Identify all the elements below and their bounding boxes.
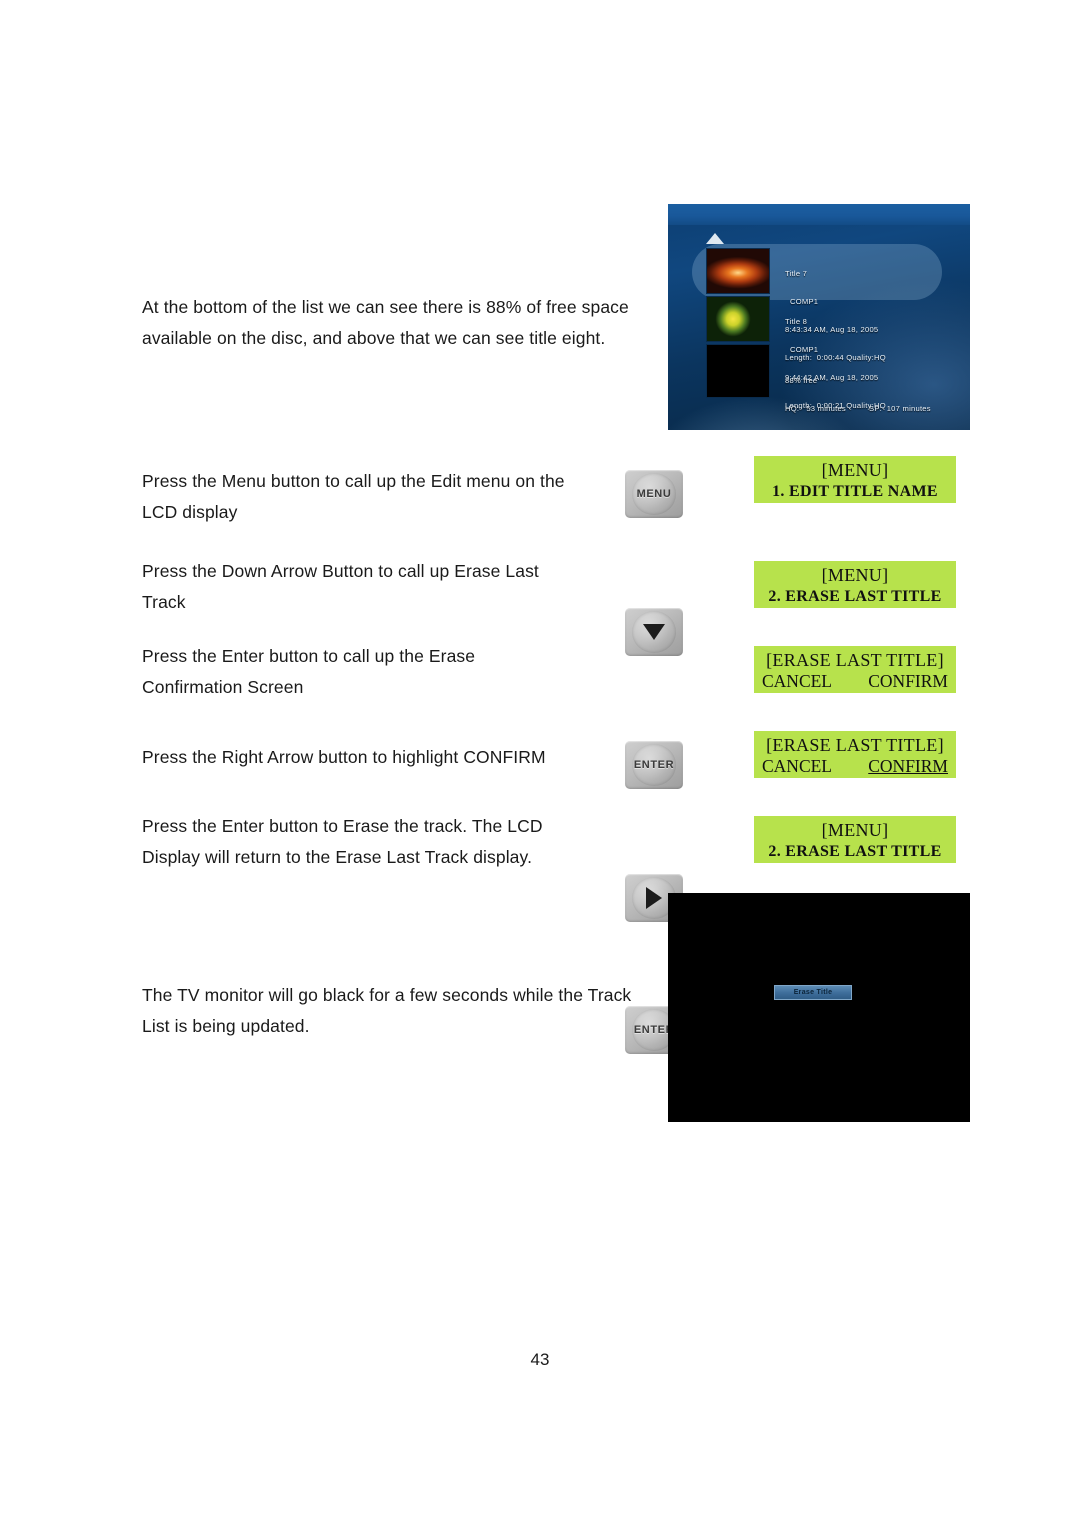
black-tv-screen [668,893,970,1122]
arrow-down-icon [643,624,665,640]
paragraph-step-2: Press the Down Arrow Button to call up E… [142,561,539,612]
menu-button-label: MENU [636,488,672,500]
lcd-panel-edit-title-name: [MENU] 1. EDIT TITLE NAME [754,456,956,503]
arrow-right-icon [646,887,662,909]
paragraph-step-6: The TV monitor will go black for a few s… [142,985,632,1036]
paragraph-step-4: Press the Right Arrow button to highligh… [142,747,546,767]
track-thumbnail [706,296,770,342]
lcd-line-1: [ERASE LAST TITLE] [766,650,944,670]
lcd-line-1: [MENU] [821,565,889,585]
free-space-hq: HQ: 53 minutes [785,404,846,414]
scroll-up-arrow-icon [706,233,724,244]
lcd-line-1: [MENU] [821,460,889,480]
track-list-tv-screen: Title 7 COMP1 8:43:34 AM, Aug 18, 2005 L… [668,204,970,430]
enter-button[interactable]: ENTER [625,741,683,789]
lcd-line-2: 1. EDIT TITLE NAME [772,483,938,500]
paragraph-intro: At the bottom of the list we can see the… [142,297,629,348]
free-space-summary: 88% free HQ: 53 minutes SP: 107 minutes … [785,357,931,430]
track-thumbnail-empty [706,344,770,398]
free-space-sp: SP: 107 minutes [869,404,931,414]
erase-title-label: Erase Title [793,989,833,996]
lcd-option-confirm[interactable]: CONFIRM [868,671,948,692]
page-number: 43 [530,1350,550,1369]
lcd-line-2: 2. ERASE LAST TITLE [768,588,942,605]
lcd-option-confirm-selected[interactable]: CONFIRM [868,756,948,777]
erase-title-progress-bar: Erase Title [774,985,852,1000]
menu-button[interactable]: MENU [625,470,683,518]
enter-button-label: ENTER [633,759,675,771]
track-source: COMP1 [790,345,819,355]
lcd-panel-erase-confirmation: [ERASE LAST TITLE] CANCEL CONFIRM [754,646,956,693]
paragraph-step-3: Press the Enter button to call up the Er… [142,646,476,697]
tv-screen-top-bar [668,204,970,225]
paragraph-step-1: Press the Menu button to call up the Edi… [142,471,565,522]
lcd-line-2: 2. ERASE LAST TITLE [768,843,942,860]
down-arrow-button[interactable] [625,608,683,656]
lcd-panel-erase-last-title-return: [MENU] 2. ERASE LAST TITLE [754,816,956,863]
track-title: Title 7 [785,268,808,278]
track-thumbnail [706,248,770,294]
lcd-line-1: [ERASE LAST TITLE] [766,735,944,755]
lcd-panel-erase-last-title: [MENU] 2. ERASE LAST TITLE [754,561,956,608]
lcd-panel-erase-confirmation-highlighted: [ERASE LAST TITLE] CANCEL CONFIRM [754,731,956,778]
lcd-option-cancel[interactable]: CANCEL [762,671,832,692]
free-space-heading: 88% free [785,375,818,385]
track-title: Title 8 [785,316,808,326]
lcd-line-1: [MENU] [821,820,889,840]
lcd-option-cancel[interactable]: CANCEL [762,756,832,777]
paragraph-step-5: Press the Enter button to Erase the trac… [142,816,543,867]
